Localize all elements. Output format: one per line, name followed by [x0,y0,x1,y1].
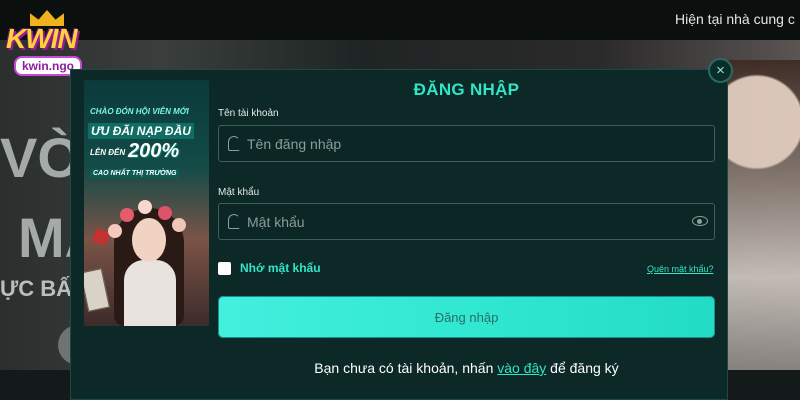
logo-brand-text: KWIN [6,23,78,54]
register-prefix-text: Bạn chưa có tài khoản, nhấn [314,360,498,376]
flower-icon [108,224,122,238]
login-button[interactable]: Đăng nhập [218,296,715,338]
forgot-password-link[interactable]: Quên mật khẩu? [647,264,714,274]
password-input[interactable] [247,204,687,239]
banner-model-image [728,60,800,370]
username-input[interactable] [247,126,687,161]
lock-icon [228,214,240,229]
flower-icon [138,200,152,214]
remember-me-checkbox[interactable] [218,261,231,275]
register-suffix-text: để đăng ký [546,360,619,376]
password-label: Mật khẩu [218,187,260,198]
eye-icon[interactable] [692,216,708,226]
announcement-marquee: Hiện tại nhà cung c [675,11,795,27]
flower-icon [120,208,134,222]
promo-banner: CHÀO ĐÓN HỘI VIÊN MỚI ƯU ĐÃI NẠP ĐẦU LÊN… [84,80,209,326]
password-field-wrapper [218,203,715,240]
modal-title: ĐĂNG NHẬP [413,80,520,99]
promo-percent-text: 200% [128,140,180,162]
user-icon [228,136,240,151]
register-link[interactable]: vào đây [497,360,546,376]
flower-icon [158,206,172,220]
remember-me-row: Nhớ mật khẩu [218,260,321,276]
remember-me-label[interactable]: Nhớ mật khẩu [240,261,321,275]
username-field-wrapper [218,125,715,162]
register-prompt: Bạn chưa có tài khoản, nhấn vào đây để đ… [218,360,715,376]
promo-model-illustration [106,198,192,326]
top-bar: Hiện tại nhà cung c [0,0,800,40]
promo-upto-text: LÊN ĐẾN [90,148,126,157]
promo-offer-text: ƯU ĐÃI NẠP ĐẦU [88,123,194,139]
username-label: Tên tài khoản [218,108,279,119]
promo-market-text: CAO NHẤT THỊ TRƯỜNG [90,169,180,178]
promo-welcome-text: CHÀO ĐÓN HỘI VIÊN MỚI [90,107,189,116]
flower-icon [172,218,186,232]
